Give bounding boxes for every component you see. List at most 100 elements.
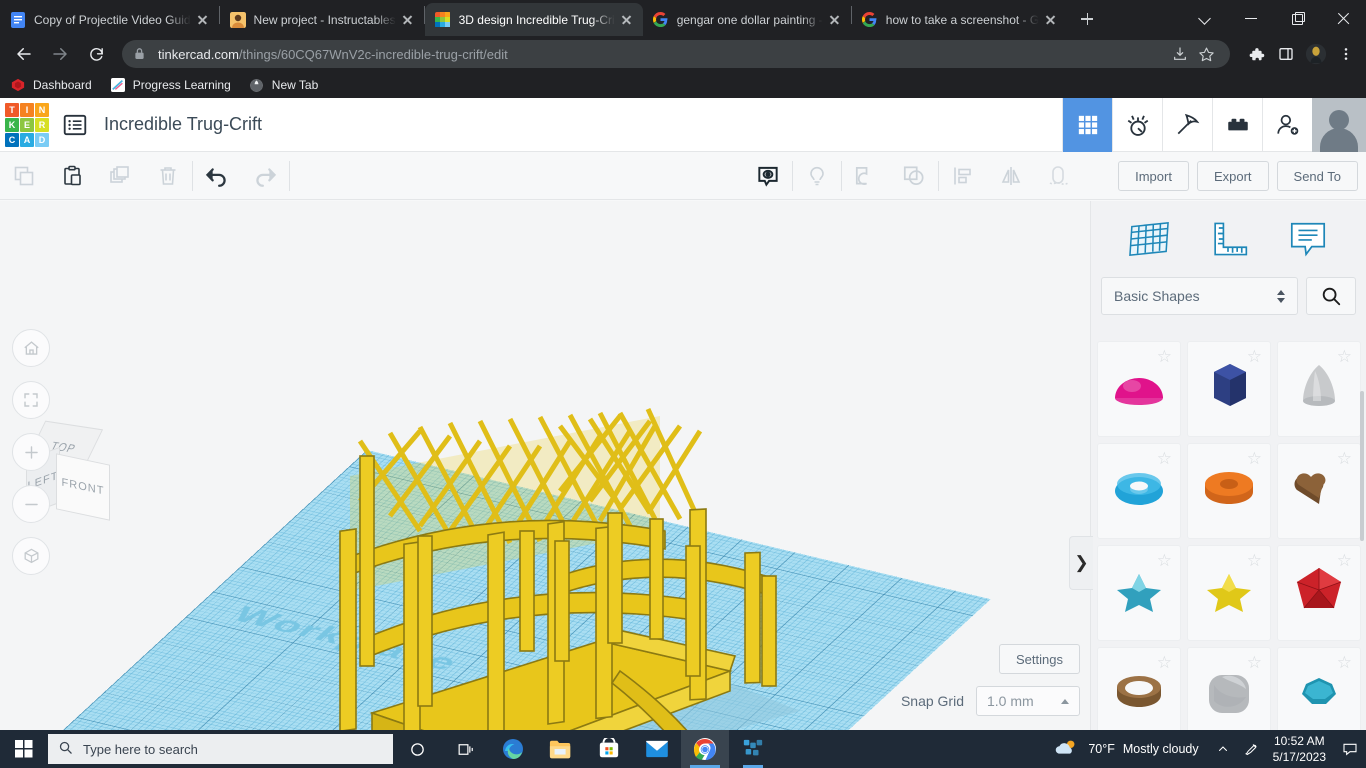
grid-view-icon[interactable] <box>1062 98 1112 152</box>
close-icon[interactable] <box>400 12 416 28</box>
windows-start-icon[interactable] <box>0 730 48 768</box>
star-shape-yellow[interactable]: ☆ <box>1187 545 1271 641</box>
minecraft-pickaxe-icon[interactable] <box>1162 98 1212 152</box>
close-icon[interactable] <box>1043 12 1059 28</box>
back-button[interactable] <box>8 38 40 70</box>
tinkercad-app-icon[interactable] <box>729 730 777 768</box>
paraboloid-shape[interactable]: ☆ <box>1277 341 1361 437</box>
delete-icon[interactable] <box>144 152 192 200</box>
favorite-star-icon[interactable]: ☆ <box>1157 654 1172 671</box>
favorite-star-icon[interactable]: ☆ <box>1337 654 1352 671</box>
browser-tab-active[interactable]: 3D design Incredible Trug-Cri <box>424 3 643 36</box>
show-hidden-icons-chevron[interactable] <box>1209 730 1237 768</box>
panel-scrollbar[interactable] <box>1360 391 1364 541</box>
side-panel-icon[interactable] <box>1274 42 1298 66</box>
send-to-button[interactable]: Send To <box>1276 161 1358 191</box>
rounded-cube-shape[interactable]: ☆ <box>1187 647 1271 730</box>
shapes-grid[interactable]: ☆ ☆ ☆ ☆ ☆ ☆ ☆ ☆ ☆ ☆ ☆ ☆ <box>1091 333 1366 730</box>
file-explorer-icon[interactable] <box>537 730 585 768</box>
ruler-icon[interactable] <box>1201 212 1255 266</box>
tinker-blocks-icon[interactable] <box>1112 98 1162 152</box>
close-icon[interactable] <box>619 12 635 28</box>
star-shape-teal[interactable]: ☆ <box>1097 545 1181 641</box>
favorite-star-icon[interactable]: ☆ <box>1157 348 1172 365</box>
undo-icon[interactable] <box>193 152 241 200</box>
paste-icon[interactable] <box>48 152 96 200</box>
minimize-button[interactable] <box>1228 2 1274 34</box>
redo-icon[interactable] <box>241 152 289 200</box>
half-sphere-shape[interactable]: ☆ <box>1097 341 1181 437</box>
lego-brick-icon[interactable] <box>1212 98 1262 152</box>
3d-viewport[interactable]: Workplane <box>0 201 1090 730</box>
favorite-star-icon[interactable]: ☆ <box>1157 450 1172 467</box>
favorite-star-icon[interactable]: ☆ <box>1247 654 1262 671</box>
shape-category-select[interactable]: Basic Shapes <box>1101 277 1298 315</box>
magnet-icon[interactable] <box>1035 152 1083 200</box>
invite-person-icon[interactable] <box>1262 98 1312 152</box>
task-view-icon[interactable] <box>441 730 489 768</box>
ring-shape-brown[interactable]: ☆ <box>1097 647 1181 730</box>
weather-widget[interactable]: 70°F Mostly cloudy <box>1054 738 1208 761</box>
action-center-icon[interactable] <box>1334 730 1366 768</box>
group-icon[interactable] <box>842 152 890 200</box>
avatar[interactable] <box>1312 98 1366 152</box>
bookmark-dashboard[interactable]: Dashboard <box>10 77 92 93</box>
favorite-star-icon[interactable]: ☆ <box>1247 552 1262 569</box>
home-view-icon[interactable] <box>12 329 50 367</box>
polygon-shape-red[interactable]: ☆ <box>1277 545 1361 641</box>
orthographic-view-icon[interactable] <box>12 537 50 575</box>
clock[interactable]: 10:52 AM 5/17/2023 <box>1265 733 1334 765</box>
heart-shape[interactable]: ☆ <box>1277 443 1361 539</box>
browser-tab[interactable]: gengar one dollar painting - <box>643 3 851 36</box>
mirror-icon[interactable] <box>987 152 1035 200</box>
close-icon[interactable] <box>827 12 843 28</box>
extensions-puzzle-icon[interactable] <box>1244 42 1268 66</box>
fit-to-view-icon[interactable] <box>12 381 50 419</box>
light-bulb-icon[interactable] <box>793 152 841 200</box>
search-button[interactable] <box>1306 277 1356 315</box>
torus-shape[interactable]: ☆ <box>1097 443 1181 539</box>
bookmark-new-tab[interactable]: New Tab <box>249 77 318 93</box>
favorite-star-icon[interactable]: ☆ <box>1247 450 1262 467</box>
reload-button[interactable] <box>80 38 112 70</box>
forward-button[interactable] <box>44 38 76 70</box>
gem-shape-teal[interactable]: ☆ <box>1277 647 1361 730</box>
align-icon[interactable] <box>939 152 987 200</box>
workplane-icon[interactable] <box>1122 212 1176 266</box>
duplicate-icon[interactable] <box>96 152 144 200</box>
collapse-panel-button[interactable]: ❯ <box>1069 536 1093 590</box>
hexagonal-prism-shape[interactable]: ☆ <box>1187 341 1271 437</box>
ungroup-icon[interactable] <box>890 152 938 200</box>
google-chrome-icon[interactable] <box>681 730 729 768</box>
windows-ink-icon[interactable] <box>1237 730 1265 768</box>
mail-icon[interactable] <box>633 730 681 768</box>
settings-button[interactable]: Settings <box>999 644 1080 674</box>
favorite-star-icon[interactable]: ☆ <box>1157 552 1172 569</box>
search-input[interactable]: Type here to search <box>48 734 393 764</box>
address-bar[interactable]: tinkercad.com/things/60CQ67WnV2c-incredi… <box>122 40 1230 68</box>
profile-avatar-icon[interactable] <box>1304 42 1328 66</box>
favorite-star-icon[interactable]: ☆ <box>1337 552 1352 569</box>
copy-icon[interactable] <box>0 152 48 200</box>
microsoft-edge-icon[interactable] <box>489 730 537 768</box>
export-button[interactable]: Export <box>1196 161 1269 191</box>
browser-tab[interactable]: Copy of Projectile Video Guid <box>0 3 219 36</box>
install-icon[interactable] <box>1168 42 1192 66</box>
favorite-star-icon[interactable]: ☆ <box>1337 348 1352 365</box>
close-icon[interactable] <box>195 12 211 28</box>
cortana-circle-icon[interactable] <box>393 730 441 768</box>
project-menu-icon[interactable] <box>60 110 90 140</box>
browser-tab[interactable]: New project - Instructables <box>220 3 424 36</box>
tube-shape[interactable]: ☆ <box>1187 443 1271 539</box>
favorite-star-icon[interactable]: ☆ <box>1337 450 1352 467</box>
bookmark-progress-learning[interactable]: Progress Learning <box>110 77 231 93</box>
note-icon[interactable] <box>1281 212 1335 266</box>
maximize-button[interactable] <box>1274 2 1320 34</box>
microsoft-store-icon[interactable] <box>585 730 633 768</box>
snap-grid-select[interactable]: 1.0 mm <box>976 686 1080 716</box>
zoom-out-icon[interactable] <box>12 485 50 523</box>
import-button[interactable]: Import <box>1118 161 1189 191</box>
show-hide-eye-icon[interactable] <box>744 152 792 200</box>
menu-kebab-icon[interactable] <box>1334 42 1358 66</box>
browser-tab[interactable]: how to take a screenshot - G <box>852 3 1067 36</box>
